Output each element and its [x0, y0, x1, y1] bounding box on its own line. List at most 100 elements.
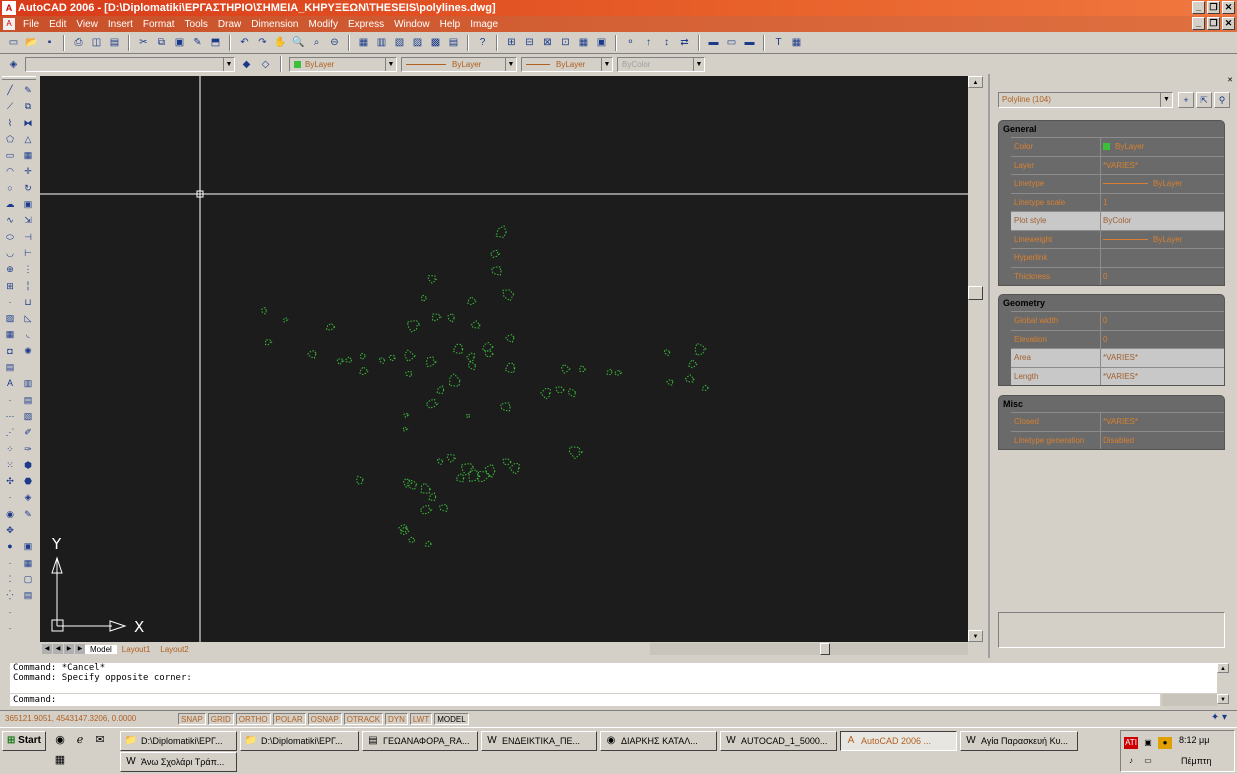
taskbar-button[interactable]: W ΕΝΔΕΙΚΤΙΚΑ_ΠΕ... [481, 731, 597, 751]
linetype-dropdown[interactable]: ByLayer ▼ [401, 56, 517, 72]
polyline[interactable] [403, 412, 410, 418]
polyline[interactable] [663, 349, 671, 357]
express-tool-5-icon[interactable]: ▦ [576, 35, 591, 50]
dim-tool-3-icon[interactable]: ▬ [742, 35, 757, 50]
polygon-icon[interactable]: ⬠ [2, 131, 18, 147]
view-tool-4-icon[interactable]: ✐ [20, 424, 36, 440]
polyline[interactable] [425, 356, 438, 368]
doc-close-button[interactable]: ✕ [1222, 17, 1235, 30]
polyline[interactable] [509, 462, 520, 475]
polyline[interactable] [406, 320, 422, 333]
polyline[interactable] [505, 334, 516, 343]
close-button[interactable]: ✕ [1222, 1, 1235, 14]
view-tool-6-icon[interactable]: ⬢ [20, 457, 36, 473]
ati-icon[interactable]: ATI [1124, 737, 1138, 749]
taskbar-button[interactable]: A AutoCAD 2006 ... [840, 731, 957, 751]
menu-draw[interactable]: Draw [213, 19, 246, 30]
polyline[interactable] [466, 352, 475, 363]
tool-b-icon[interactable]: ⋯ [2, 408, 18, 424]
menu-dimension[interactable]: Dimension [246, 19, 303, 30]
taskbar-button[interactable]: W Αγία Παρασκευή Κυ... [960, 731, 1078, 751]
view-tool-9-icon[interactable]: ✎ [20, 506, 36, 522]
property-value[interactable]: 0 [1101, 267, 1224, 285]
taskbar-button[interactable]: W AUTOCAD_1_5000... [720, 731, 837, 751]
section-title[interactable]: Misc [999, 396, 1224, 412]
property-value[interactable]: *VARIES* [1101, 349, 1224, 367]
property-value[interactable]: 0 [1101, 312, 1224, 330]
scale-icon[interactable]: ▣ [20, 196, 36, 212]
polyline[interactable] [694, 342, 707, 356]
preview-icon[interactable]: ◫ [89, 35, 104, 50]
polyline[interactable] [424, 540, 433, 547]
polyline[interactable] [325, 322, 336, 331]
polyline[interactable] [495, 225, 507, 238]
move-icon[interactable]: ✛ [20, 163, 36, 179]
property-value[interactable]: Disabled [1101, 431, 1224, 449]
otrack-toggle[interactable]: OTRACK [343, 712, 384, 725]
calculator-icon[interactable]: ▤ [446, 35, 461, 50]
security-icon[interactable]: ● [1158, 737, 1172, 749]
section-title[interactable]: Geometry [999, 295, 1224, 311]
property-value[interactable]: *VARIES* [1101, 413, 1224, 431]
property-row[interactable]: Thickness 0 [1011, 266, 1224, 285]
ortho-toggle[interactable]: ORTHO [235, 712, 271, 725]
document-icon[interactable]: A [3, 18, 15, 30]
polyline[interactable] [455, 473, 465, 483]
polyline[interactable] [404, 349, 417, 362]
redo-icon[interactable]: ↷ [255, 35, 270, 50]
property-row[interactable]: Elevation 0 [1011, 329, 1224, 348]
array-icon[interactable]: ▦ [20, 147, 36, 163]
undo-icon[interactable]: ↶ [237, 35, 252, 50]
menu-format[interactable]: Format [138, 19, 180, 30]
point-icon[interactable]: · [2, 294, 18, 310]
tool-g-icon[interactable]: · [2, 489, 18, 505]
polyline[interactable] [465, 413, 471, 419]
network-icon[interactable]: ▣ [1141, 737, 1155, 749]
horizontal-scrollbar[interactable] [650, 643, 968, 655]
insert-block-icon[interactable]: ⊕ [2, 261, 18, 277]
toolbar-grip[interactable] [2, 76, 36, 80]
tool-e-icon[interactable]: ⁙ [2, 457, 18, 473]
polyline[interactable] [407, 536, 416, 543]
property-value[interactable]: ByLayer [1101, 230, 1224, 248]
polyline[interactable] [460, 463, 476, 476]
property-row[interactable]: Area *VARIES* [1011, 348, 1224, 367]
property-value[interactable] [1101, 249, 1224, 267]
plotstyle-dropdown[interactable]: ByColor ▼ [617, 56, 705, 72]
property-value[interactable]: 0 [1101, 330, 1224, 348]
break-at-point-icon[interactable]: ⋮ [20, 261, 36, 277]
design-center-icon[interactable]: ▥ [374, 35, 389, 50]
polyline[interactable] [402, 426, 409, 432]
doc-restore-button[interactable]: ❐ [1207, 17, 1220, 30]
rectangle-icon[interactable]: ▭ [2, 147, 18, 163]
snap-toggle[interactable]: SNAP [178, 712, 206, 725]
minimize-button[interactable]: _ [1192, 1, 1205, 14]
clock[interactable]: 8:12 μμ [1179, 735, 1209, 745]
taskbar-button[interactable]: ▤ ΓΕΩΑΝΑΦΟΡΑ_RA... [362, 731, 478, 751]
construction-line-icon[interactable]: ⟋ [2, 98, 18, 114]
hatch-icon[interactable]: ▨ [2, 310, 18, 326]
scroll-thumb[interactable] [968, 286, 983, 300]
menu-file[interactable]: File [18, 19, 44, 30]
taskbar-button[interactable]: W Άνω Σχολάρι Τράπ... [120, 752, 237, 772]
text-tool-icon[interactable]: T [771, 35, 786, 50]
tool-f-icon[interactable]: ✣ [2, 473, 18, 489]
express-tool-1-icon[interactable]: ⊞ [504, 35, 519, 50]
menu-express[interactable]: Express [343, 19, 389, 30]
explode-icon[interactable]: ✺ [20, 343, 36, 359]
trim-icon[interactable]: ⊣ [20, 229, 36, 245]
spline-icon[interactable]: ∿ [2, 212, 18, 228]
scroll-up-arrow-icon[interactable]: ▲ [968, 76, 983, 88]
property-value[interactable]: 1 [1101, 193, 1224, 211]
polyline[interactable] [428, 492, 437, 502]
ellipse-arc-icon[interactable]: ◡ [2, 245, 18, 261]
property-row[interactable]: Color ByLayer [1011, 137, 1224, 156]
polyline[interactable] [419, 504, 433, 515]
join-icon[interactable]: ⊔ [20, 294, 36, 310]
extend-icon[interactable]: ⊢ [20, 245, 36, 261]
property-row[interactable]: Global width 0 [1011, 311, 1224, 330]
express-tool-10-icon[interactable]: ⇄ [677, 35, 692, 50]
vertical-scrollbar[interactable]: ▲ ▼ [968, 76, 983, 642]
express-tool-6-icon[interactable]: ▣ [594, 35, 609, 50]
color-dropdown[interactable]: ByLayer ▼ [289, 56, 397, 72]
